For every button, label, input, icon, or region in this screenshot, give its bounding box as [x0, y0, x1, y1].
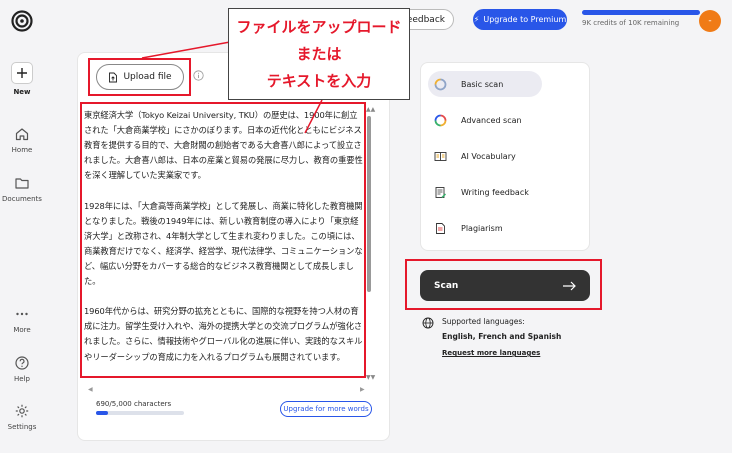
- text-paragraph: 東京経済大学（Tokyo Keizai University, TKU）の歴史は…: [84, 110, 363, 181]
- globe-icon: [422, 317, 434, 329]
- supported-languages-title: Supported languages:: [442, 317, 525, 326]
- annotation-line-1: ファイルをアップロード: [236, 18, 402, 36]
- upload-file-button[interactable]: Upload file: [96, 64, 184, 90]
- option-advanced-scan[interactable]: Advanced scan: [428, 107, 542, 133]
- plus-icon: [11, 62, 33, 84]
- lightning-icon: ⚡: [473, 15, 480, 24]
- option-ai-vocabulary[interactable]: AI Vocabulary: [428, 143, 542, 169]
- nav-help-label: Help: [14, 375, 30, 383]
- avatar-initial: -: [708, 16, 712, 26]
- scroll-left-arrow-icon[interactable]: ◀: [88, 386, 93, 393]
- nav-new[interactable]: New: [0, 62, 44, 96]
- option-label: Writing feedback: [461, 187, 529, 197]
- nav-more[interactable]: More: [0, 306, 44, 334]
- credits-progress-bar: [582, 10, 700, 15]
- app-logo-icon[interactable]: [11, 10, 33, 32]
- writing-feedback-icon: [435, 186, 447, 198]
- text-paragraph: 1928年には、「大倉高等商業学校」として発展し、商業に特化した教育機関となりま…: [84, 200, 363, 287]
- supported-languages-list: English, French and Spanish: [442, 332, 562, 341]
- option-label: Basic scan: [461, 79, 504, 89]
- nav-new-label: New: [13, 88, 31, 96]
- nav-documents[interactable]: Documents: [0, 175, 44, 203]
- upgrade-premium-button[interactable]: ⚡ Upgrade to Premium: [473, 9, 567, 30]
- character-count: 690/5,000 characters: [96, 400, 172, 408]
- character-progress-bar: [96, 411, 184, 415]
- upgrade-more-words-label: Upgrade for more words: [283, 405, 369, 413]
- more-dots-icon: [16, 312, 28, 316]
- upload-file-label: Upload file: [123, 72, 172, 82]
- scroll-right-arrow-icon[interactable]: ▶: [360, 386, 365, 393]
- home-icon: [15, 128, 29, 141]
- folder-icon: [15, 178, 29, 189]
- ai-vocabulary-icon: [434, 151, 447, 161]
- nav-settings[interactable]: Settings: [0, 403, 44, 431]
- arrow-right-icon: [563, 281, 576, 290]
- option-label: Advanced scan: [461, 115, 522, 125]
- annotation-line-2: または: [296, 45, 342, 63]
- nav-home[interactable]: Home: [0, 126, 44, 154]
- basic-scan-icon: [434, 78, 447, 90]
- file-upload-icon: [109, 72, 118, 82]
- plagiarism-icon: [436, 222, 445, 234]
- help-icon: [15, 356, 29, 370]
- upgrade-premium-label: Upgrade to Premium: [483, 15, 567, 24]
- option-plagiarism[interactable]: Plagiarism: [428, 215, 542, 241]
- info-icon[interactable]: [193, 70, 204, 81]
- vertical-scrollbar[interactable]: [367, 116, 371, 292]
- scan-button[interactable]: Scan: [420, 270, 590, 301]
- scroll-down-arrow-icon[interactable]: ▼▼: [366, 374, 375, 381]
- nav-settings-label: Settings: [7, 423, 37, 431]
- annotation-line-3: テキストを入力: [266, 72, 372, 90]
- scan-label: Scan: [434, 280, 459, 291]
- text-input-area[interactable]: 東京経済大学（Tokyo Keizai University, TKU）の歴史は…: [84, 108, 364, 374]
- option-basic-scan[interactable]: Basic scan: [428, 71, 542, 97]
- gear-icon: [15, 404, 29, 418]
- text-paragraph: 1960年代からは、研究分野の拡充とともに、国際的な視野を持つ人材の育成に注力。…: [84, 306, 363, 362]
- option-label: AI Vocabulary: [461, 151, 516, 161]
- credits-remaining-text: 9K credits of 10K remaining: [582, 19, 680, 27]
- nav-home-label: Home: [11, 146, 33, 154]
- nav-help[interactable]: Help: [0, 355, 44, 383]
- scroll-up-arrow-icon[interactable]: ▲▲: [366, 106, 375, 113]
- upgrade-more-words-button[interactable]: Upgrade for more words: [280, 401, 372, 417]
- user-avatar[interactable]: -: [699, 10, 721, 32]
- nav-more-label: More: [13, 326, 31, 334]
- advanced-scan-icon: [434, 114, 447, 126]
- annotation-callout: ファイルをアップロード または テキストを入力: [228, 8, 410, 100]
- character-progress-fill: [96, 411, 109, 415]
- option-writing-feedback[interactable]: Writing feedback: [428, 179, 542, 205]
- nav-documents-label: Documents: [2, 195, 42, 203]
- request-languages-link[interactable]: Request more languages: [442, 349, 540, 357]
- option-label: Plagiarism: [461, 223, 503, 233]
